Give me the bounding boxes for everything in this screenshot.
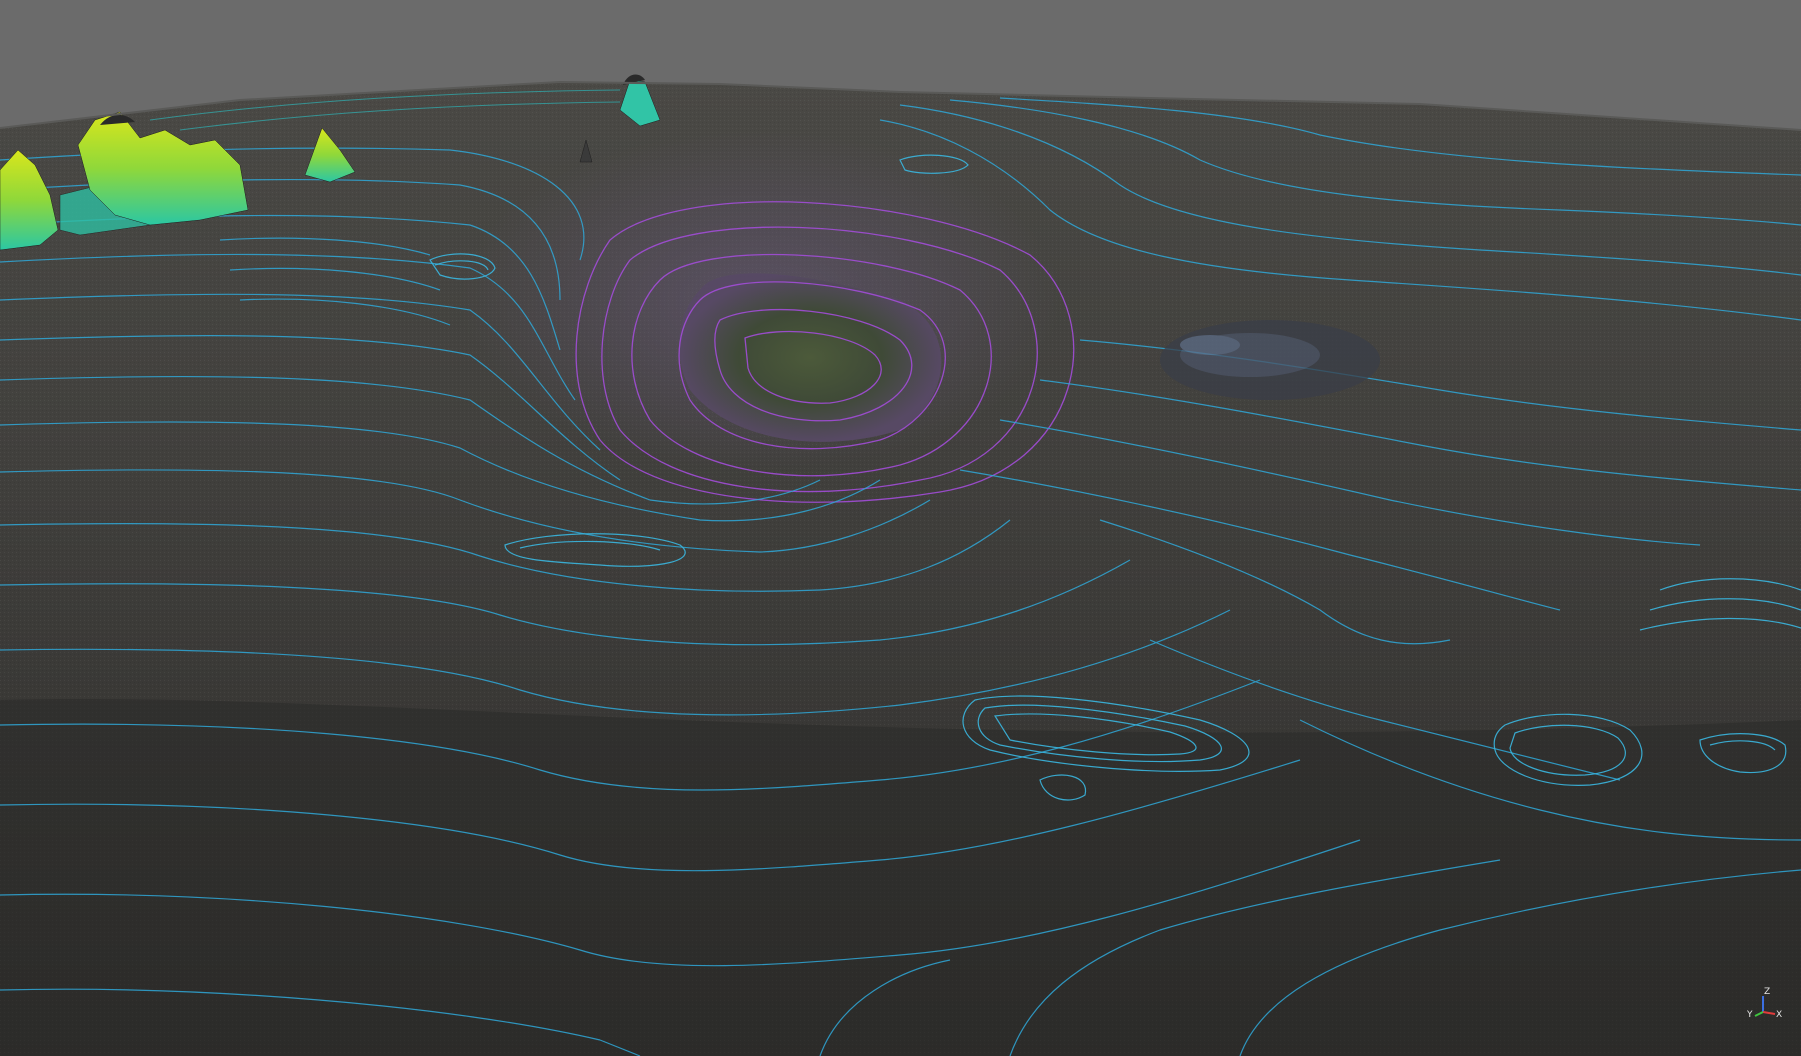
- y-axis-line: [1754, 1011, 1764, 1017]
- 3d-viewport[interactable]: Z X Y: [0, 0, 1801, 1056]
- point-cloud-scene[interactable]: [0, 0, 1801, 1056]
- x-axis-line: [1762, 1011, 1776, 1015]
- z-axis-label: Z: [1764, 987, 1770, 997]
- rock-outcrop: [1160, 320, 1380, 400]
- axis-orientation-gizmo: Z X Y: [1746, 987, 1782, 1020]
- x-axis-label: X: [1776, 1010, 1782, 1020]
- y-axis-label: Y: [1746, 1010, 1753, 1020]
